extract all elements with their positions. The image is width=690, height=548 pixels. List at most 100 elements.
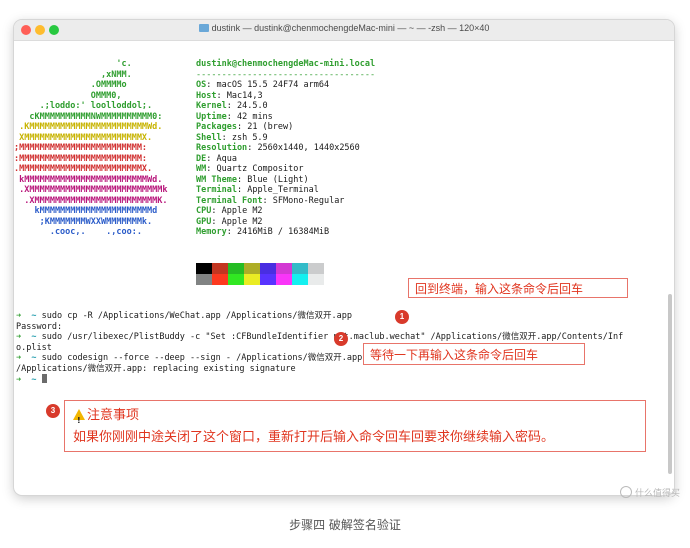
title-bar[interactable]: dustink — dustink@chenmochengdeMac-mini … bbox=[14, 20, 674, 41]
system-info: dustink@chenmochengdeMac-mini.local ----… bbox=[196, 59, 646, 238]
prompt-arrow: ➜ bbox=[16, 353, 22, 363]
info-row: CPU: Apple M2 bbox=[196, 206, 263, 216]
step-badge: 1 bbox=[395, 310, 409, 324]
prompt-arrow: ➜ bbox=[16, 375, 22, 385]
info-key: Terminal bbox=[196, 185, 237, 195]
info-row: DE: Aqua bbox=[196, 153, 237, 164]
info-value: Blue (Light) bbox=[247, 174, 309, 185]
annotation-warning: 注意事项 如果你刚刚中途关闭了这个窗口，重新打开后输入命令回车回要求你继续输入密… bbox=[64, 400, 646, 452]
scroll-thumb[interactable] bbox=[668, 294, 672, 474]
logo-line: .MMMMMMMMMMMMMMMMMMMMMMMMX. bbox=[14, 164, 153, 174]
scrollbar[interactable] bbox=[668, 44, 672, 484]
command-output: /Applications/微信双开.app: replacing existi… bbox=[16, 363, 296, 374]
info-value: Apple M2 bbox=[221, 216, 263, 227]
logo-line: .KMMMMMMMMMMMMMMMMMMMMMMMWd. bbox=[14, 122, 163, 132]
color-swatch bbox=[308, 274, 324, 285]
info-row: WM Theme: Blue (Light) bbox=[196, 174, 309, 185]
color-swatch bbox=[244, 263, 260, 274]
info-value: 24.5.0 bbox=[236, 101, 268, 111]
info-key: Packages bbox=[196, 122, 237, 132]
color-swatch bbox=[260, 274, 276, 285]
logo-line: 'c. bbox=[14, 59, 132, 69]
info-key: Memory bbox=[196, 227, 227, 237]
info-key: WM bbox=[196, 164, 207, 174]
logo-line: .;loddo:' loolloddol;. bbox=[14, 101, 153, 111]
color-swatch bbox=[292, 263, 308, 274]
logo-line: .XMMMMMMMMMMMMMMMMMMMMMMMMK. bbox=[14, 195, 168, 206]
logo-line: :MMMMMMMMMMMMMMMMMMMMMMMM: bbox=[14, 153, 148, 164]
warning-body: 如果你刚刚中途关闭了这个窗口，重新打开后输入命令回车回要求你继续输入密码。 bbox=[73, 430, 555, 445]
info-value: Apple_Terminal bbox=[247, 185, 319, 195]
password-prompt: Password: bbox=[16, 321, 63, 332]
color-swatch bbox=[196, 263, 212, 274]
info-value: 2416MiB / 16384MiB bbox=[236, 227, 330, 237]
color-swatch bbox=[212, 263, 228, 274]
color-swatch bbox=[212, 274, 228, 285]
active-prompt[interactable]: ➜ ~ bbox=[16, 374, 666, 385]
logo-line: ,xNMM. bbox=[14, 69, 132, 80]
info-value: 2560x1440, 1440x2560 bbox=[257, 143, 360, 153]
logo-line: cKMMMMMMMMMMNWMMMMMMMMMM0: bbox=[14, 111, 163, 122]
logo-line: XMMMMMMMMMMMMMMMMMMMMMMMX. bbox=[14, 132, 153, 143]
figure-caption: 步骤四 破解签名验证 bbox=[289, 518, 401, 532]
info-key: Terminal Font bbox=[196, 195, 263, 206]
apple-ascii-logo: 'c. ,xNMM. .OMMMMo OMMM0, .;loddo:' lool… bbox=[14, 59, 214, 238]
info-value: Mac14,3 bbox=[226, 90, 263, 101]
prompt-dir: ~ bbox=[31, 353, 37, 363]
info-row: Memory: 2416MiB / 16384MiB bbox=[196, 227, 330, 237]
color-swatch bbox=[308, 263, 324, 274]
info-row: Shell: zsh 5.9 bbox=[196, 132, 268, 143]
logo-line: OMMM0, bbox=[14, 90, 122, 101]
logo-line: ;KMMMMMMMWXXWMMMMMMMk. bbox=[14, 216, 153, 227]
color-swatch bbox=[260, 263, 276, 274]
step-badge: 2 bbox=[334, 332, 348, 346]
watermark: 什么值得买 bbox=[619, 486, 680, 499]
command-text: sudo cp -R /Applications/WeChat.app /App… bbox=[41, 311, 352, 321]
prompt-dir: ~ bbox=[31, 375, 37, 385]
window-title: dustink — dustink@chenmochengdeMac-mini … bbox=[14, 23, 674, 33]
info-value: 21 (brew) bbox=[247, 122, 294, 132]
separator-rule: ----------------------------------- bbox=[196, 69, 376, 80]
info-row: Host: Mac14,3 bbox=[196, 90, 263, 101]
command-line: ➜ ~ sudo cp -R /Applications/WeChat.app … bbox=[16, 311, 666, 322]
info-key: GPU bbox=[196, 216, 212, 227]
logo-line: .OMMMMo bbox=[14, 80, 127, 90]
info-row: WM: Quartz Compositor bbox=[196, 164, 304, 174]
prompt-arrow: ➜ bbox=[16, 311, 22, 321]
folder-icon bbox=[198, 24, 209, 32]
info-key: OS bbox=[196, 80, 207, 90]
color-swatch bbox=[228, 274, 244, 285]
info-row: OS: macOS 15.5 24F74 arm64 bbox=[196, 80, 330, 90]
info-key: Kernel bbox=[196, 101, 227, 111]
warning-icon bbox=[73, 409, 85, 432]
user-host: dustink@chenmochengdeMac-mini.local bbox=[196, 59, 376, 69]
warning-title: 注意事项 bbox=[87, 408, 140, 423]
info-value: Apple M2 bbox=[221, 206, 263, 216]
prompt-dir: ~ bbox=[31, 311, 37, 321]
color-swatch bbox=[196, 274, 212, 285]
info-row: GPU: Apple M2 bbox=[196, 216, 263, 227]
info-row: Terminal Font: SFMono-Regular bbox=[196, 195, 345, 206]
info-value: 42 mins bbox=[236, 111, 273, 122]
info-key: Uptime bbox=[196, 111, 227, 122]
logo-line: .XMMMMMMMMMMMMMMMMMMMMMMMMMMk bbox=[14, 185, 168, 195]
command-text: sudo /usr/libexec/PlistBuddy -c "Set :CF… bbox=[41, 332, 624, 342]
info-key: Shell bbox=[196, 132, 222, 143]
info-row: Resolution: 2560x1440, 1440x2560 bbox=[196, 143, 360, 153]
info-key: WM Theme bbox=[196, 174, 237, 185]
color-swatch bbox=[228, 263, 244, 274]
info-key: Host bbox=[196, 90, 217, 101]
logo-line: kMMMMMMMMMMMMMMMMMMMMMMd bbox=[14, 206, 158, 216]
command-text: sudo codesign --force --deep --sign - /A… bbox=[41, 353, 363, 363]
logo-line: kMMMMMMMMMMMMMMMMMMMMMMMMWd. bbox=[14, 174, 163, 185]
info-value: zsh 5.9 bbox=[231, 132, 268, 143]
info-row: Terminal: Apple_Terminal bbox=[196, 185, 319, 195]
color-swatch bbox=[292, 274, 308, 285]
info-row: Packages: 21 (brew) bbox=[196, 122, 294, 132]
prompt-arrow: ➜ bbox=[16, 332, 22, 342]
info-row: Kernel: 24.5.0 bbox=[196, 101, 268, 111]
color-swatches bbox=[196, 263, 324, 285]
logo-line: ;MMMMMMMMMMMMMMMMMMMMMMMM: bbox=[14, 143, 148, 153]
info-value: Quartz Compositor bbox=[216, 164, 304, 174]
logo-line: .cooc,. .,coo:. bbox=[14, 227, 142, 237]
